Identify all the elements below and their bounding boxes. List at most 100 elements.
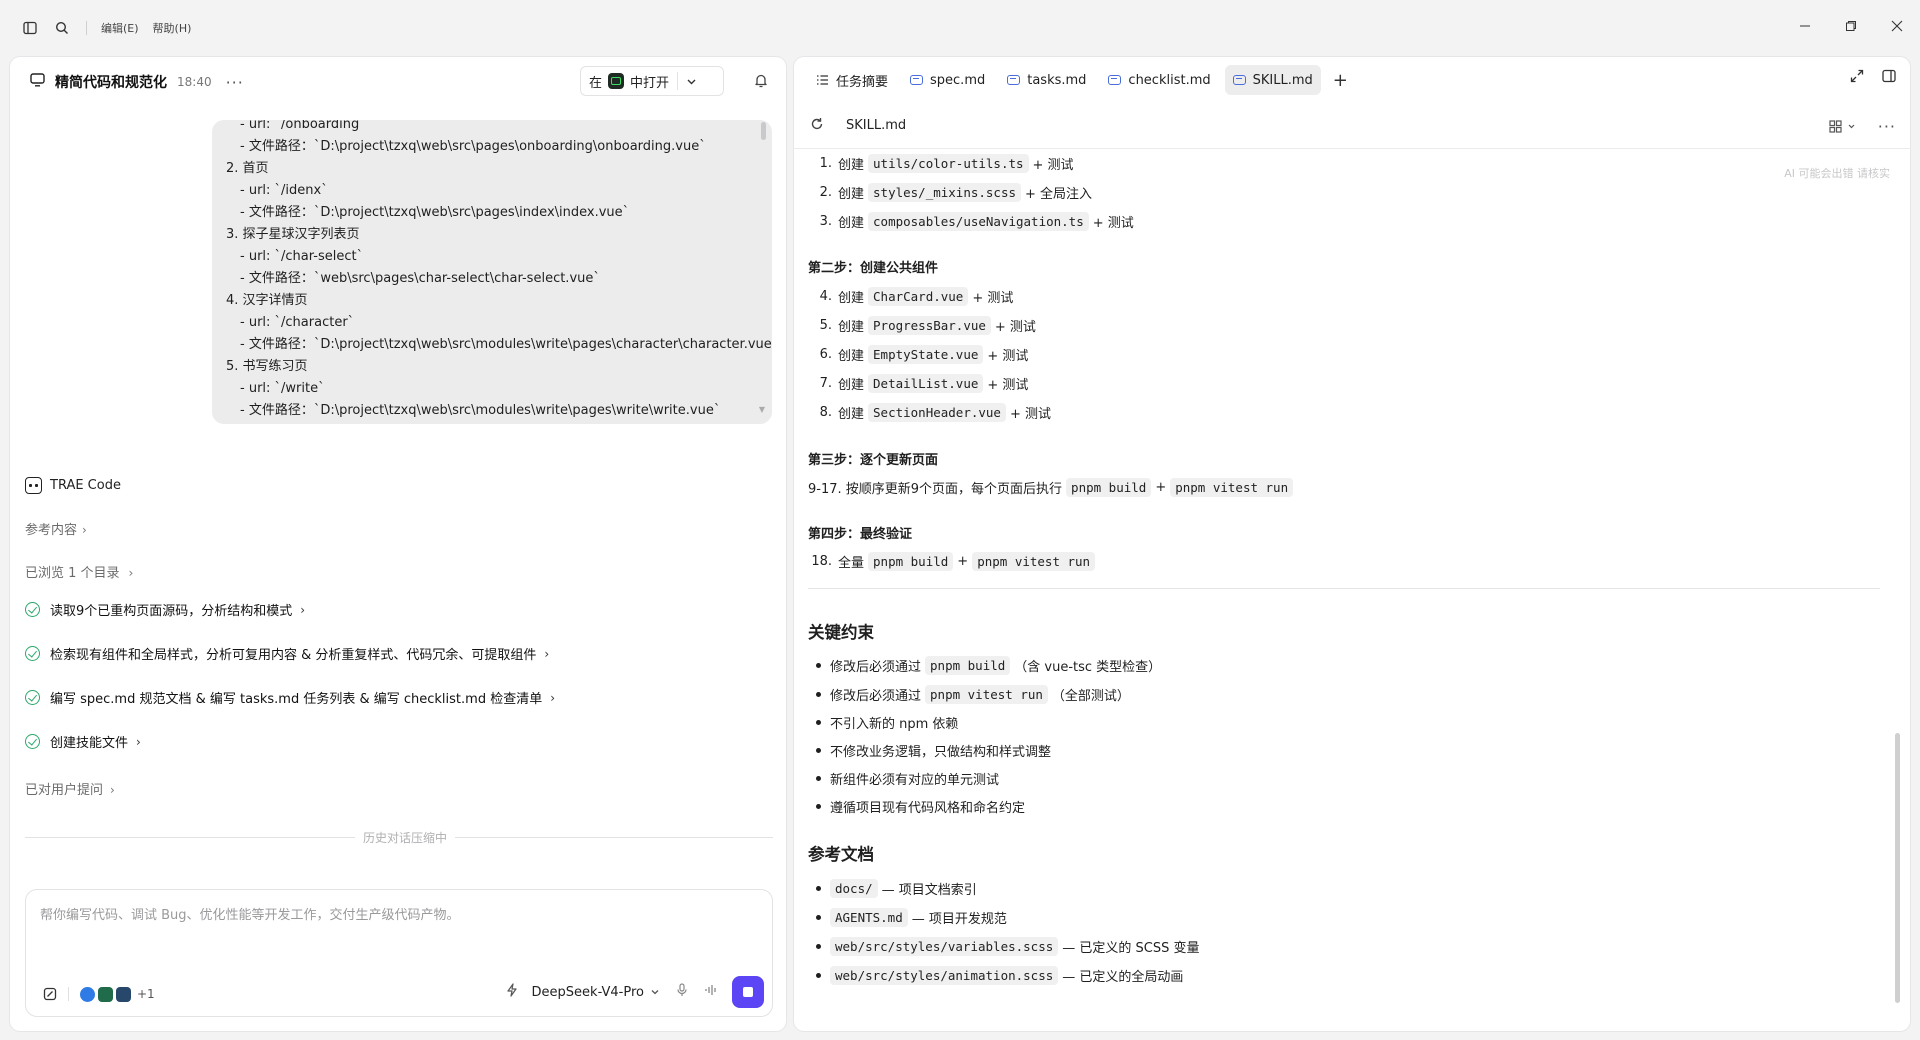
message-line: - url: `/character` (240, 315, 355, 330)
bullet-item: web/src/styles/animation.scss — 已定义的全局动画 (816, 963, 1183, 987)
add-tab-icon[interactable]: + (1333, 70, 1348, 91)
more-options-icon[interactable]: ··· (1878, 117, 1896, 136)
chat-input[interactable] (40, 904, 740, 954)
markdown-file-icon (910, 75, 924, 85)
refresh-icon[interactable] (810, 117, 824, 135)
check-circle-icon (25, 646, 40, 661)
asked-user-toggle[interactable]: 已对用户提问 › (25, 779, 115, 798)
terminal-app-icon (608, 73, 625, 89)
markdown-document: 1. 创建 utils/color-utils.ts + 测试 2. 创建 styles/… (808, 149, 1888, 1029)
tab-tasks-md[interactable]: tasks.md (999, 65, 1094, 95)
bullet-item: AGENTS.md — 项目开发规范 (816, 905, 1007, 929)
message-line: - url: `/onboarding` (240, 120, 366, 132)
message-line: - 文件路径：`D:\project\tzxq\web\src\modules\… (240, 403, 721, 418)
task-item[interactable]: 创建技能文件 › (25, 732, 141, 751)
open-in-app-button[interactable]: 在 中打开 (581, 67, 677, 95)
bullet-item: 修改后必须通过 pnpm build （含 vue-tsc 类型检查） (816, 653, 1161, 677)
tab-spec-md[interactable]: spec.md (902, 65, 993, 95)
open-label: 中打开 (630, 75, 670, 91)
tool-avatar-icon[interactable] (98, 986, 113, 1002)
task-label: 创建技能文件 (50, 736, 129, 751)
task-item[interactable]: 编写 spec.md 规范文档 & 编写 tasks.md 任务列表 & 编写 … (25, 688, 555, 707)
lightning-icon[interactable] (506, 983, 518, 1001)
stop-generation-button[interactable] (732, 976, 764, 1008)
task-item[interactable]: 读取9个已重构页面源码，分析结构和模式 › (25, 600, 305, 619)
scroll-down-icon[interactable]: ▼ (759, 405, 765, 414)
check-circle-icon (25, 690, 40, 705)
voice-wave-icon[interactable] (704, 984, 718, 1000)
message-line: - 文件路径：`D:\project\tzxq\web\src\pages\on… (240, 139, 706, 154)
view-mode-dropdown[interactable] (1829, 120, 1856, 133)
check-circle-icon (25, 734, 40, 749)
browsed-label: 已浏览 1 个目录 (25, 566, 120, 581)
open-in-dropdown[interactable] (678, 67, 705, 95)
chevron-down-icon (1848, 124, 1855, 129)
panel-layout-icon[interactable] (1882, 69, 1896, 87)
tool-avatar-icon[interactable] (116, 986, 131, 1002)
tab-label: spec.md (930, 72, 986, 88)
close-button[interactable] (1874, 10, 1920, 42)
section-heading: 参考文档 (808, 845, 874, 864)
message-scrollbar[interactable] (761, 122, 766, 140)
microphone-icon[interactable] (676, 983, 688, 1001)
tab-label: SKILL.md (1252, 72, 1313, 88)
menu-edit[interactable]: 编辑(E) (101, 20, 139, 36)
message-line: - url: `/write` (240, 381, 325, 396)
list-item: 4. 创建 CharCard.vue + 测试 (819, 286, 1014, 306)
tab-label: 任务摘要 (836, 74, 889, 90)
menu-help[interactable]: 帮助(H) (153, 20, 192, 36)
context-toggle-icon[interactable] (38, 982, 62, 1006)
step-heading: 第三步：逐个更新页面 (808, 453, 939, 468)
bullet-item: 修改后必须通过 pnpm vitest run （全部测试） (816, 682, 1130, 706)
tab-task-summary[interactable]: 任务摘要 (808, 65, 896, 95)
tool-avatar-icon[interactable] (80, 986, 95, 1002)
bullet-item: web/src/styles/variables.scss — 已定义的 SCSS… (816, 934, 1199, 958)
open-prefix: 在 (589, 75, 603, 91)
message-line: 2. 首页 (226, 161, 269, 176)
list-item: 18. 全量 pnpm build + pnpm vitest run (808, 549, 1099, 573)
model-selector[interactable]: DeepSeek-V4-Pro (532, 985, 660, 1000)
message-line: - 文件路径：`D:\project\tzxq\web\src\pages\in… (240, 205, 630, 220)
list-item: 3. 创建 composables/useNavigation.ts + 测试 (819, 211, 1134, 231)
restore-button[interactable] (1828, 10, 1874, 42)
more-options-icon[interactable]: ··· (226, 73, 244, 92)
message-line: 4. 汉字详情页 (226, 293, 308, 308)
tab-label: tasks.md (1027, 72, 1087, 88)
bell-icon[interactable] (754, 73, 768, 92)
message-line: - url: `/char-select` (240, 249, 364, 264)
more-tools-count[interactable]: +1 (137, 987, 155, 1001)
tab-skill-md[interactable]: SKILL.md (1224, 65, 1321, 95)
search-icon[interactable] (48, 14, 76, 42)
open-in-app-control: 在 中打开 (580, 66, 724, 96)
title-bar: 编辑(E) 帮助(H) (0, 0, 1920, 55)
markdown-file-icon (1007, 75, 1021, 85)
browsed-toggle[interactable]: 已浏览 1 个目录 › (25, 562, 133, 581)
list-item: 8. 创建 SectionHeader.vue + 测试 (819, 402, 1051, 422)
reference-toggle[interactable]: 参考内容 › (25, 519, 87, 538)
chat-time: 18:40 (177, 75, 212, 89)
chevron-down-icon (651, 990, 659, 995)
expand-icon[interactable] (1850, 69, 1864, 87)
agent-name: TRAE Code (50, 478, 121, 493)
section-heading: 关键约束 (808, 623, 874, 642)
chat-input-box: +1 DeepSeek-V4-Pro (25, 889, 773, 1017)
step-heading: 第四步：最终验证 (808, 527, 913, 542)
list-icon (817, 75, 828, 85)
task-item[interactable]: 检索现有组件和全局样式，分析可复用内容 & 分析重复样式、代码冗余、可提取组件 › (25, 644, 549, 663)
model-name: DeepSeek-V4-Pro (531, 984, 644, 1000)
agent-icon (25, 477, 42, 494)
user-message-bubble: - url: `/onboarding` - 文件路径：`D:\project\t… (212, 120, 772, 424)
tab-bar: 任务摘要 spec.md tasks.md checklist.md SKILL… (794, 57, 1910, 103)
horizontal-rule (808, 588, 1880, 589)
chat-panel: 精简代码和规范化 18:40 ··· 在 中打开 - url: `/onboar… (10, 57, 786, 1031)
minimize-button[interactable] (1782, 10, 1828, 42)
sidebar-toggle-icon[interactable] (16, 14, 44, 42)
message-line: - url: `/idenx` (240, 183, 328, 198)
check-circle-icon (25, 602, 40, 617)
file-bar: SKILL.md ··· (794, 103, 1910, 149)
history-divider-text: 历史对话压缩中 (355, 829, 456, 846)
tab-checklist-md[interactable]: checklist.md (1100, 65, 1218, 95)
document-scrollbar[interactable] (1895, 733, 1900, 1003)
list-item: 1. 创建 utils/color-utils.ts + 测试 (819, 153, 1074, 173)
message-line: - 文件路径：`D:\project\tzxq\web\src\modules\… (240, 337, 772, 352)
